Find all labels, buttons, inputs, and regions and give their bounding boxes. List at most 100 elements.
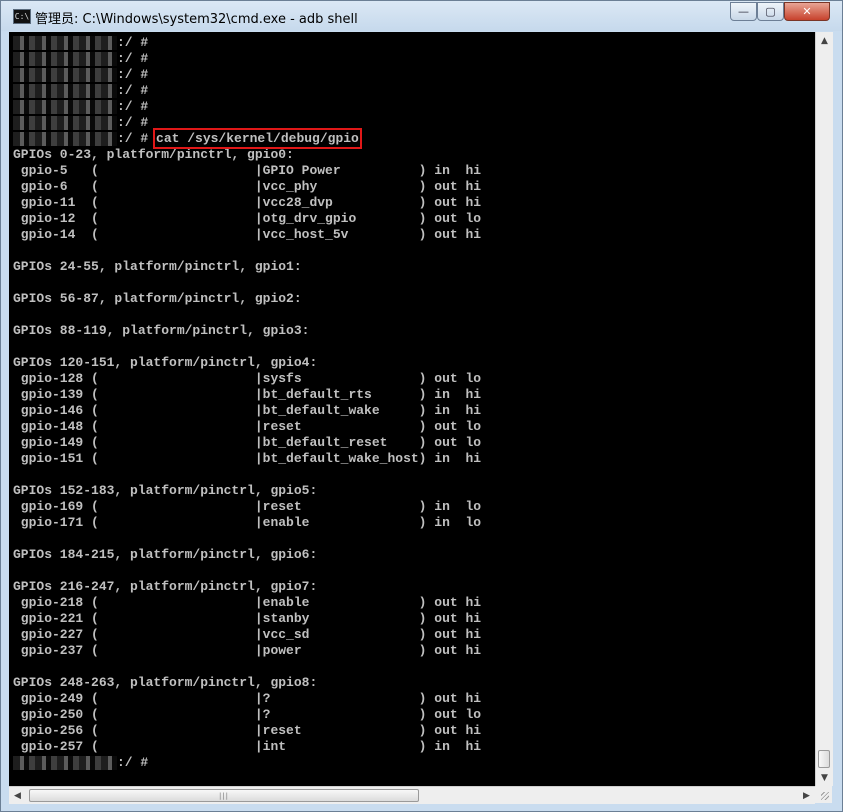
console-line: GPIOs 184-215, platform/pinctrl, gpio6: — [9, 547, 815, 563]
vertical-scrollbar[interactable]: ▲ ▼ — [815, 32, 833, 786]
redacted-hostname — [13, 83, 117, 98]
output-text: GPIOs 88-119, platform/pinctrl, gpio3: — [13, 323, 310, 338]
shell-prompt: :/ # — [117, 115, 149, 130]
output-text: GPIOs 248-263, platform/pinctrl, gpio8: — [13, 675, 318, 690]
output-text: GPIOs 56-87, platform/pinctrl, gpio2: — [13, 291, 302, 306]
console-line: :/ # — [9, 755, 815, 771]
console-line: gpio-149 ( |bt_default_reset ) out lo — [9, 435, 815, 451]
output-text: gpio-250 ( |? ) out lo — [13, 707, 482, 722]
scroll-left-arrow-icon[interactable]: ◀ — [9, 787, 26, 804]
output-text: GPIOs 24-55, platform/pinctrl, gpio1: — [13, 259, 302, 274]
output-text: gpio-149 ( |bt_default_reset ) out lo — [13, 435, 482, 450]
redacted-hostname — [13, 115, 117, 130]
console-line: gpio-139 ( |bt_default_rts ) in hi — [9, 387, 815, 403]
scroll-right-arrow-icon[interactable]: ▶ — [798, 787, 815, 804]
output-text: GPIOs 0-23, platform/pinctrl, gpio0: — [13, 147, 294, 162]
output-text: gpio-5 ( |GPIO Power ) in hi — [13, 163, 482, 178]
shell-prompt: :/ # — [117, 99, 149, 114]
output-text: GPIOs 184-215, platform/pinctrl, gpio6: — [13, 547, 318, 562]
redacted-hostname — [13, 131, 117, 146]
resize-grip-icon[interactable] — [815, 786, 832, 803]
console-line: gpio-12 ( |otg_drv_gpio ) out lo — [9, 211, 815, 227]
output-text: gpio-218 ( |enable ) out hi — [13, 595, 482, 610]
console-line: GPIOs 152-183, platform/pinctrl, gpio5: — [9, 483, 815, 499]
scroll-down-arrow-icon[interactable]: ▼ — [816, 769, 833, 786]
redacted-hostname — [13, 51, 117, 66]
console-lines: :/ #:/ #:/ #:/ #:/ #:/ #:/ # cat /sys/ke… — [9, 35, 815, 771]
output-text: gpio-171 ( |enable ) in lo — [13, 515, 482, 530]
vertical-scroll-thumb[interactable] — [818, 750, 830, 768]
console-line: gpio-171 ( |enable ) in lo — [9, 515, 815, 531]
window-title: 管理员: C:\Windows\system32\cmd.exe - adb s… — [35, 12, 358, 27]
output-text: GPIOs 216-247, platform/pinctrl, gpio7: — [13, 579, 318, 594]
output-text: GPIOs 152-183, platform/pinctrl, gpio5: — [13, 483, 318, 498]
title-bar[interactable]: C:\ 管理员: C:\Windows\system32\cmd.exe - a… — [1, 1, 842, 31]
console-line: gpio-148 ( |reset ) out lo — [9, 419, 815, 435]
shell-prompt: :/ # — [117, 51, 149, 66]
console-line: :/ # cat /sys/kernel/debug/gpio — [9, 128, 815, 149]
redacted-hostname — [13, 67, 117, 82]
redacted-hostname — [13, 35, 117, 50]
output-text: gpio-146 ( |bt_default_wake ) in hi — [13, 403, 482, 418]
console-line: gpio-6 ( |vcc_phy ) out hi — [9, 179, 815, 195]
console-line: GPIOs 248-263, platform/pinctrl, gpio8: — [9, 675, 815, 691]
maximize-button[interactable]: ▢ — [757, 2, 784, 21]
console-line: gpio-169 ( |reset ) in lo — [9, 499, 815, 515]
output-text: gpio-257 ( |int ) in hi — [13, 739, 482, 754]
shell-prompt: :/ # — [117, 755, 149, 770]
output-text: gpio-151 ( |bt_default_wake_host) in hi — [13, 451, 482, 466]
output-text: gpio-249 ( |? ) out hi — [13, 691, 482, 706]
console-line: gpio-218 ( |enable ) out hi — [9, 595, 815, 611]
scroll-up-arrow-icon[interactable]: ▲ — [816, 32, 833, 49]
console-line: :/ # — [9, 99, 815, 115]
redacted-hostname — [13, 99, 117, 114]
console-line: gpio-256 ( |reset ) out hi — [9, 723, 815, 739]
minimize-button[interactable]: — — [730, 2, 757, 21]
shell-prompt: :/ # — [117, 67, 149, 82]
output-text: gpio-148 ( |reset ) out lo — [13, 419, 482, 434]
output-text: gpio-128 ( |sysfs ) out lo — [13, 371, 482, 386]
console-line: gpio-151 ( |bt_default_wake_host) in hi — [9, 451, 815, 467]
console-line: GPIOs 88-119, platform/pinctrl, gpio3: — [9, 323, 815, 339]
output-text: gpio-227 ( |vcc_sd ) out hi — [13, 627, 482, 642]
shell-prompt: :/ # — [117, 131, 157, 146]
output-text: gpio-12 ( |otg_drv_gpio ) out lo — [13, 211, 482, 226]
console-line: GPIOs 0-23, platform/pinctrl, gpio0: — [9, 147, 815, 163]
console-output[interactable]: :/ #:/ #:/ #:/ #:/ #:/ #:/ # cat /sys/ke… — [9, 32, 815, 786]
console-line: gpio-146 ( |bt_default_wake ) in hi — [9, 403, 815, 419]
console-line: GPIOs 56-87, platform/pinctrl, gpio2: — [9, 291, 815, 307]
console-line: gpio-221 ( |stanby ) out hi — [9, 611, 815, 627]
output-text: gpio-237 ( |power ) out hi — [13, 643, 482, 658]
console-line: gpio-249 ( |? ) out hi — [9, 691, 815, 707]
output-text: GPIOs 120-151, platform/pinctrl, gpio4: — [13, 355, 318, 370]
console-line: :/ # — [9, 83, 815, 99]
console-line: gpio-257 ( |int ) in hi — [9, 739, 815, 755]
console-line: GPIOs 24-55, platform/pinctrl, gpio1: — [9, 259, 815, 275]
output-text: gpio-6 ( |vcc_phy ) out hi — [13, 179, 482, 194]
console-line: :/ # — [9, 115, 815, 131]
close-button[interactable]: ✕ — [784, 2, 830, 21]
output-text: gpio-256 ( |reset ) out hi — [13, 723, 482, 738]
console-line: gpio-14 ( |vcc_host_5v ) out hi — [9, 227, 815, 243]
console-line: :/ # — [9, 35, 815, 51]
console-line: gpio-11 ( |vcc28_dvp ) out hi — [9, 195, 815, 211]
console-line: gpio-250 ( |? ) out lo — [9, 707, 815, 723]
horizontal-scrollbar[interactable]: ◀ ||| ▶ — [9, 786, 815, 804]
console-line: gpio-227 ( |vcc_sd ) out hi — [9, 627, 815, 643]
cmd-app-icon[interactable]: C:\ — [13, 9, 31, 24]
output-text: gpio-169 ( |reset ) in lo — [13, 499, 482, 514]
console-line: gpio-128 ( |sysfs ) out lo — [9, 371, 815, 387]
shell-prompt: :/ # — [117, 83, 149, 98]
horizontal-scroll-thumb[interactable]: ||| — [29, 789, 419, 802]
redacted-hostname — [13, 755, 117, 770]
cmd-window: C:\ 管理员: C:\Windows\system32\cmd.exe - a… — [0, 0, 843, 812]
console-line: :/ # — [9, 51, 815, 67]
output-text: gpio-14 ( |vcc_host_5v ) out hi — [13, 227, 482, 242]
